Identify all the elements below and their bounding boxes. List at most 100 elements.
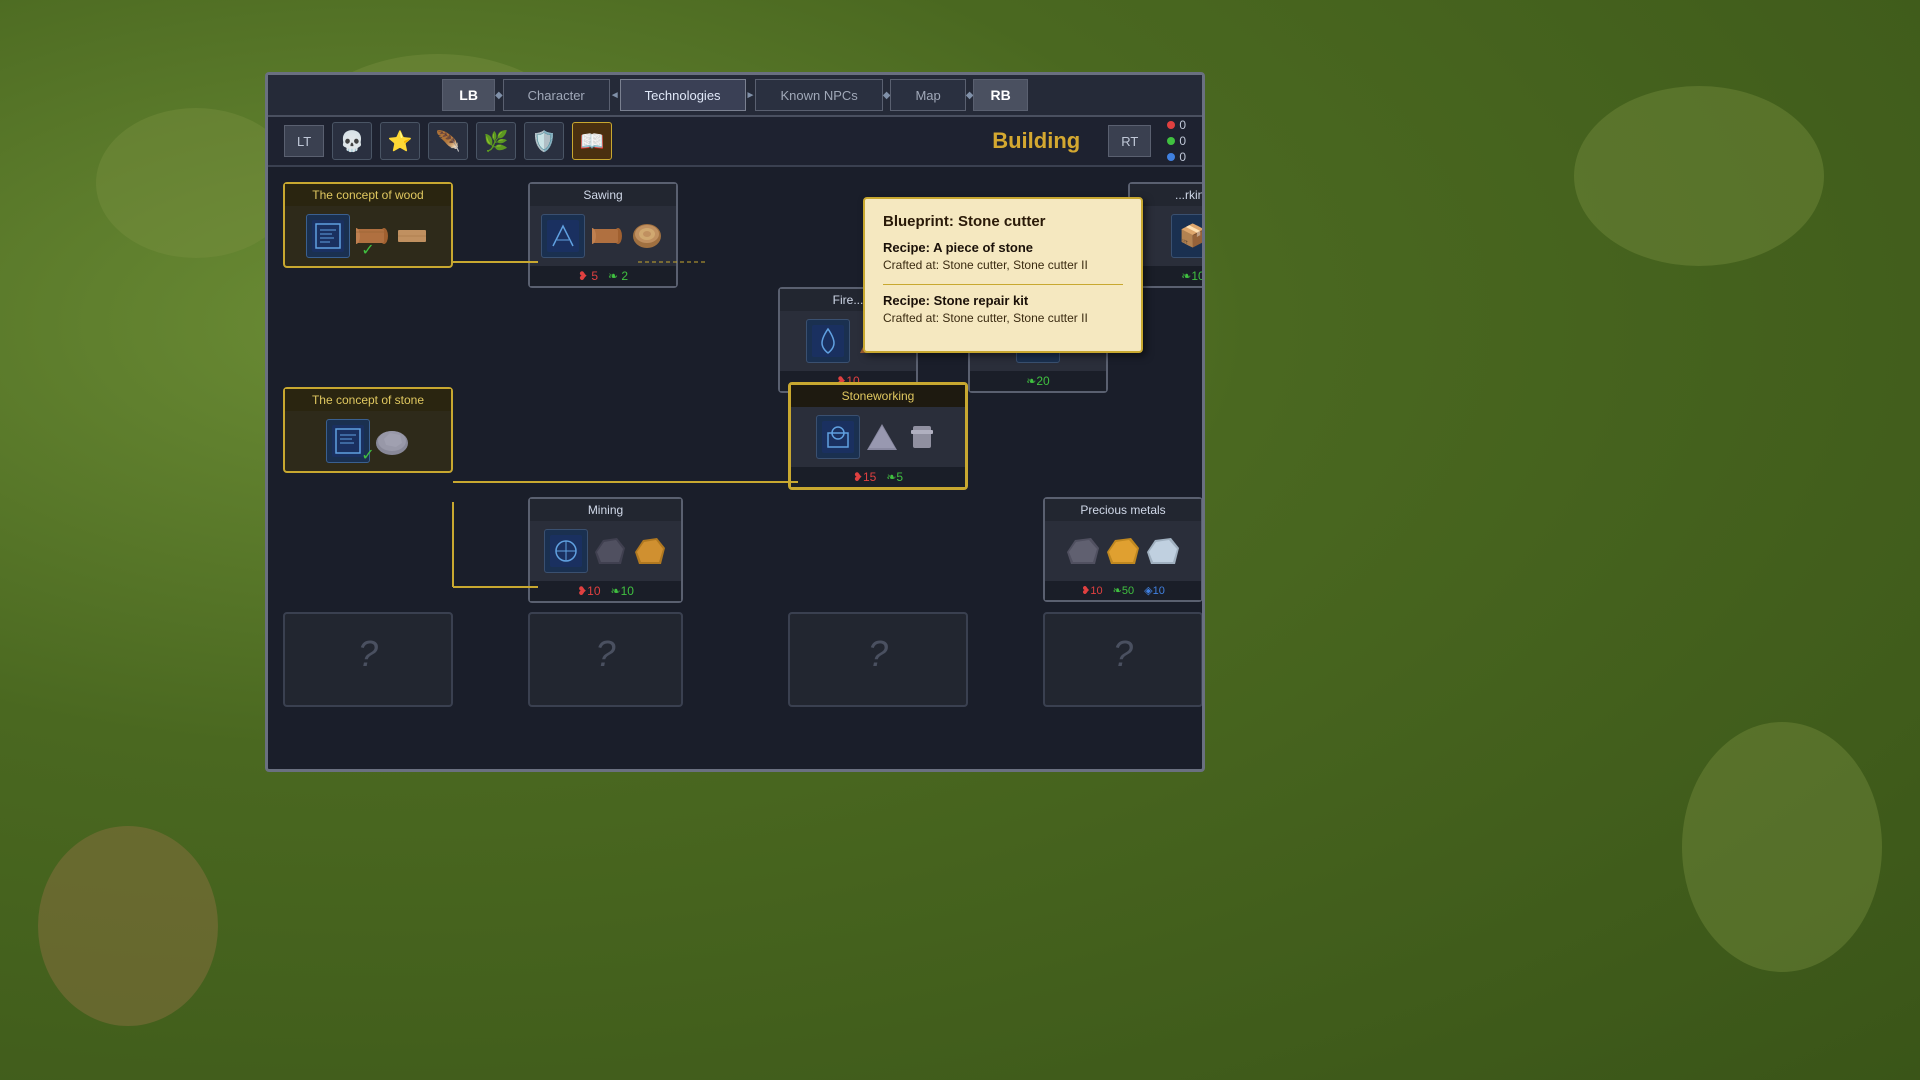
precious-metals-cost-red: ❥10 [1081, 584, 1102, 597]
tab-map-label: Map [915, 88, 940, 103]
main-panel: LB ◆ Character ◄ Technologies ► Known NP… [265, 72, 1205, 772]
concept-wood-plank-icon [394, 218, 430, 254]
precious-metal-3-icon [1145, 533, 1181, 569]
sawing-log-icon [589, 218, 625, 254]
stoneworking-cost-red: ❥15 [853, 470, 876, 484]
nav-bar: LB ◆ Character ◄ Technologies ► Known NP… [268, 75, 1202, 117]
tooltip-recipe2-name: Recipe: Stone repair kit [883, 293, 1123, 308]
concept-wood-blueprint-icon [306, 214, 350, 258]
precious-metal-2-icon [1105, 533, 1141, 569]
stone-cutter-green-value: 20 [1036, 374, 1049, 388]
tech-unknown-3[interactable]: ? [788, 612, 968, 707]
mining-title: Mining [530, 499, 681, 521]
precious-metals-blue-value: 10 [1153, 585, 1165, 597]
tech-concept-stone[interactable]: The concept of stone ✓ [283, 387, 453, 473]
stoneworking-green-value: 5 [896, 470, 903, 484]
tech-stoneworking[interactable]: Stoneworking ❥15 ❧5 [788, 382, 968, 490]
category-bar: LT 💀 ⭐ 🪶 🌿 🛡️ 📖 Building RT 0 0 0 [268, 117, 1202, 167]
tab-character-label: Character [528, 88, 585, 103]
stoneworking-blueprint-icon [816, 415, 860, 459]
cat-feather[interactable]: 🪶 [428, 122, 468, 160]
tech-sawing[interactable]: Sawing ❥ 5 ❧ 2 [528, 182, 678, 288]
mining-costs: ❥10 ❧10 [530, 581, 681, 601]
stoneworking-stone-icon [864, 419, 900, 455]
nav-diamond-5: ◆ [966, 90, 974, 101]
cat-shield[interactable]: 🛡️ [524, 122, 564, 160]
rt-button[interactable]: RT [1108, 125, 1151, 157]
nav-diamond-3: ► [746, 90, 756, 101]
resource-row-red: 0 [1167, 118, 1186, 132]
sawing-green-icon: ❧ [608, 269, 618, 283]
sawing-title: Sawing [530, 184, 676, 206]
tooltip-divider [883, 284, 1123, 285]
working-cost-green: ❧10 [1181, 269, 1202, 283]
mining-icons [530, 521, 681, 581]
tab-known-npcs-label: Known NPCs [780, 88, 857, 103]
rb-button[interactable]: RB [973, 79, 1027, 111]
sawing-cost-green: ❧ 2 [608, 269, 628, 283]
tech-content: The concept of wood ✓ Sawing [268, 167, 1202, 769]
resource-dot-red [1167, 121, 1175, 129]
tooltip-stone-cutter: Blueprint: Stone cutter Recipe: A piece … [863, 197, 1143, 353]
tech-concept-wood[interactable]: The concept of wood ✓ [283, 182, 453, 268]
stoneworking-icons [791, 407, 965, 467]
working-green-value: 10 [1191, 269, 1202, 283]
sawing-red-icon: ❥ [578, 269, 588, 283]
tooltip-recipe1-name: Recipe: A piece of stone [883, 240, 1123, 255]
tooltip-title: Blueprint: Stone cutter [883, 213, 1123, 230]
resource-value-blue: 0 [1179, 150, 1186, 164]
unknown-4-mark: ? [1045, 614, 1201, 694]
mining-red-value: 10 [587, 584, 600, 598]
sawing-icons [530, 206, 676, 266]
tech-unknown-4[interactable]: ? [1043, 612, 1202, 707]
sawing-red-value: 5 [591, 269, 598, 283]
resource-dot-green [1167, 137, 1175, 145]
tab-map[interactable]: Map [890, 79, 965, 111]
tech-unknown-1[interactable]: ? [283, 612, 453, 707]
tooltip-recipe1-desc: Crafted at: Stone cutter, Stone cutter I… [883, 257, 1123, 274]
precious-metal-1-icon [1065, 533, 1101, 569]
tab-technologies[interactable]: Technologies [620, 79, 746, 111]
nav-diamond-1: ◆ [495, 90, 503, 101]
tab-known-npcs[interactable]: Known NPCs [755, 79, 882, 111]
tech-unknown-2[interactable]: ? [528, 612, 683, 707]
lb-button[interactable]: LB [442, 79, 495, 111]
cat-book[interactable]: 📖 [572, 122, 612, 160]
sawing-costs: ❥ 5 ❧ 2 [530, 266, 676, 286]
nav-diamond-2: ◄ [610, 90, 620, 101]
concept-stone-title: The concept of stone [285, 389, 451, 411]
sawing-blueprint-icon [541, 214, 585, 258]
category-title: Building [992, 128, 1080, 154]
cat-skull[interactable]: 💀 [332, 122, 372, 160]
mining-green-value: 10 [621, 584, 634, 598]
resource-value-red: 0 [1179, 118, 1186, 132]
tab-character[interactable]: Character [503, 79, 610, 111]
mining-cost-green: ❧10 [611, 584, 634, 598]
resource-row-blue: 0 [1167, 150, 1186, 164]
tab-technologies-label: Technologies [645, 88, 721, 103]
stone-cutter-cost-green: ❧20 [1026, 374, 1049, 388]
precious-metals-costs: ❥10 ❧50 ◈10 [1045, 581, 1201, 600]
stone-cutter-costs: ❧20 [970, 371, 1106, 391]
unknown-1-mark: ? [285, 614, 451, 694]
tech-precious-metals[interactable]: Precious metals ❥10 ❧50 ◈10 [1043, 497, 1202, 602]
cat-leaf[interactable]: 🌿 [476, 122, 516, 160]
nav-diamond-4: ◆ [883, 90, 891, 101]
resource-dot-blue [1167, 153, 1175, 161]
concept-stone-checkmark: ✓ [361, 445, 374, 465]
stoneworking-title: Stoneworking [791, 385, 965, 407]
unknown-2-mark: ? [530, 614, 681, 694]
cat-star[interactable]: ⭐ [380, 122, 420, 160]
precious-metals-green-value: 50 [1122, 585, 1134, 597]
tooltip-recipe2-desc: Crafted at: Stone cutter, Stone cutter I… [883, 310, 1123, 327]
precious-metals-cost-green: ❧50 [1113, 584, 1134, 597]
stoneworking-tool-icon [904, 419, 940, 455]
sawing-stump-icon [629, 218, 665, 254]
fireworking-blueprint-icon [806, 319, 850, 363]
tech-mining[interactable]: Mining ❥10 ❧10 [528, 497, 683, 603]
working-icon: 📦 [1171, 214, 1202, 258]
stoneworking-red-value: 15 [863, 470, 876, 484]
mining-ore-icon [632, 533, 668, 569]
lt-button[interactable]: LT [284, 125, 324, 157]
concept-wood-title: The concept of wood [285, 184, 451, 206]
